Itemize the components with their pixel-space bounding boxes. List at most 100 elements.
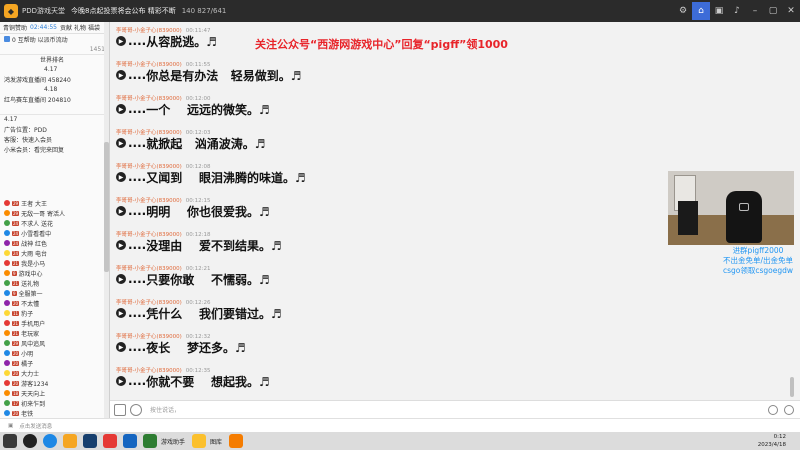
count-text: 1451 — [89, 45, 105, 53]
webcam-chair — [726, 191, 762, 243]
tab-luckybag[interactable]: 福袋 — [88, 23, 100, 32]
left-panel: 青铜赞助 02:44:55 贡献 礼物 福袋 0 互帮助 以派币流动 1451 … — [0, 22, 110, 427]
audience-list-item[interactable]: 20 小明 — [0, 348, 104, 358]
info-ad-text: 广告位置：PDD — [4, 126, 47, 134]
emoji-icon[interactable] — [130, 403, 142, 416]
chat-text-prefix: .... — [128, 34, 147, 48]
bag-icon[interactable]: ▣ — [710, 2, 728, 20]
voice-icon[interactable] — [114, 403, 126, 416]
clock[interactable]: 0:12 2023/4/18 — [758, 433, 786, 449]
audience-list-item[interactable]: 9 游戏中心 — [0, 268, 104, 278]
edge-icon[interactable] — [43, 434, 57, 448]
chat-scroll-thumb[interactable] — [790, 377, 794, 397]
minimize-button[interactable]: – — [746, 2, 764, 20]
chat-text-prefix: .... — [128, 68, 147, 82]
user-badge-icon — [4, 320, 10, 326]
taskbar-label-1[interactable]: 游戏助手 — [161, 437, 185, 446]
message-input[interactable]: 按住说话， — [150, 405, 768, 414]
rank-date-text: 4.17 — [44, 65, 58, 73]
steam-icon[interactable] — [83, 434, 97, 448]
app3-icon[interactable] — [229, 434, 244, 448]
user-level: 29 — [12, 210, 20, 216]
user-badge-icon — [4, 260, 10, 266]
user-name: 送礼物 — [21, 280, 40, 288]
user-level: 24 — [12, 240, 20, 246]
chat-text: 又闻到 眼泪沸腾的味道。♬ — [146, 170, 306, 185]
pdd-icon[interactable] — [63, 434, 77, 448]
app-name: PDD游戏天堂 — [22, 7, 66, 15]
audience-list-item[interactable]: 17 初来乍到 — [0, 398, 104, 408]
user-level: 20 — [12, 410, 20, 416]
chat-line: ▶.... 凭什么 我们要错过。♬ — [116, 305, 282, 321]
bell-icon[interactable]: ♪ — [728, 2, 746, 20]
audience-list-item[interactable]: 20 不太懂 — [0, 298, 104, 308]
user-badge-icon — [4, 290, 10, 296]
audience-list-item[interactable]: 20 大力士 — [0, 368, 104, 378]
send-icon[interactable] — [784, 404, 794, 415]
audience-list-item[interactable]: 21 手机用户 — [0, 318, 104, 328]
user-name: 小雪看看中 — [21, 230, 52, 238]
audience-list-item[interactable]: 24 战神 红色 — [0, 238, 104, 248]
more-icon[interactable] — [768, 404, 778, 415]
search-icon[interactable] — [23, 434, 37, 448]
user-name: 小明 — [21, 350, 34, 358]
chat-text: 从容脱逃。♬ — [146, 34, 217, 49]
chat-text-prefix: .... — [128, 136, 147, 150]
audience-list-item[interactable]: 9 全服第一 — [0, 288, 104, 298]
user-level: 24 — [12, 220, 20, 226]
audience-list-item[interactable]: 21 送礼物 — [0, 278, 104, 288]
gear-icon[interactable]: ⚙ — [674, 2, 692, 20]
rank-title: 世界排名 — [0, 54, 109, 64]
audience-list-item[interactable]: 20 老铁 — [0, 408, 104, 418]
taskbar-label-2[interactable]: 图库 — [210, 437, 222, 446]
tab-contribution[interactable]: 贡献 — [60, 23, 72, 32]
audience-list-item[interactable]: 24 小雪看看中 — [0, 228, 104, 238]
sidebar-scroll-thumb[interactable] — [104, 142, 109, 272]
audience-list-item[interactable]: 29 风中追风 — [0, 338, 104, 348]
taskbar: 游戏助手 图库 0:12 2023/4/18 — [0, 432, 800, 450]
close-icon[interactable]: ✕ — [782, 2, 800, 20]
audience-list-item[interactable]: 29 王者 大王 — [0, 198, 104, 208]
audience-list-item[interactable]: 24 不求人 送花 — [0, 218, 104, 228]
audience-list-item[interactable]: 21 我是小马 — [0, 258, 104, 268]
user-name: 老铁 — [21, 410, 34, 418]
sidebar-scrollbar[interactable] — [104, 22, 109, 427]
audience-list-item[interactable]: 24 大雨 电台 — [0, 248, 104, 258]
chat-text-prefix: .... — [128, 272, 147, 286]
user-badge-icon — [4, 240, 10, 246]
media-icon[interactable] — [103, 434, 117, 448]
folder-icon[interactable] — [143, 434, 157, 448]
chat-line: ▶.... 只要你敢 不懦弱。♬ — [116, 271, 270, 287]
sidebar-row-text: 0 互帮助 以派币流动 — [12, 36, 68, 44]
chat-text: 凭什么 我们要错过。♬ — [146, 306, 282, 321]
maximize-button[interactable]: ▢ — [764, 2, 782, 20]
clock-date: 2023/4/18 — [757, 442, 786, 448]
audience-list-item[interactable]: 21 老玩家 — [0, 328, 104, 338]
chat-text: 就掀起 汹涌波涛。♬ — [146, 136, 266, 151]
audience-list-item[interactable]: 29 无敌一哥 寄活人 — [0, 208, 104, 218]
promo-banner: 关注公众号“西游网游戏中心”回复“pigff”领1000 — [255, 38, 508, 51]
user-name: 不太懂 — [21, 300, 40, 308]
tab-gifts[interactable]: 礼物 — [74, 23, 86, 32]
user-badge-icon — [4, 200, 10, 206]
stats-text: 140 827/641 — [181, 7, 227, 15]
audience-list-item[interactable]: 18 天天向上 — [0, 388, 104, 398]
sidebar-header: 青铜赞助 02:44:55 贡献 礼物 福袋 — [0, 22, 109, 34]
sidebar-row: 0 互帮助 以派币流动 — [0, 34, 109, 44]
app2-icon[interactable] — [192, 434, 207, 448]
user-level: 24 — [12, 250, 20, 256]
audience-list-item[interactable]: 20 橘子 — [0, 358, 104, 368]
chat-line: ▶.... 你总是有办法 轻易做到。♬ — [116, 67, 302, 83]
windows-icon[interactable] — [3, 434, 17, 448]
store-icon[interactable] — [123, 434, 137, 448]
user-badge-icon — [4, 360, 10, 366]
user-level: 11 — [12, 310, 20, 316]
user-badge-icon — [4, 370, 10, 376]
audience-list-item[interactable]: 11 豹子 — [0, 308, 104, 318]
chat-message: 李哥哥-小金子心(839000) 00:12:15 ▶.... 明明 你也很爱我。♬ — [116, 196, 270, 219]
user-name: 游戏中心 — [18, 270, 43, 278]
home-icon[interactable]: ⌂ — [692, 2, 710, 20]
user-name: 王者 大王 — [21, 200, 48, 208]
audience-list-item[interactable]: 20 游客1234 — [0, 378, 104, 388]
bottom-icon[interactable]: ▣ — [8, 423, 13, 429]
